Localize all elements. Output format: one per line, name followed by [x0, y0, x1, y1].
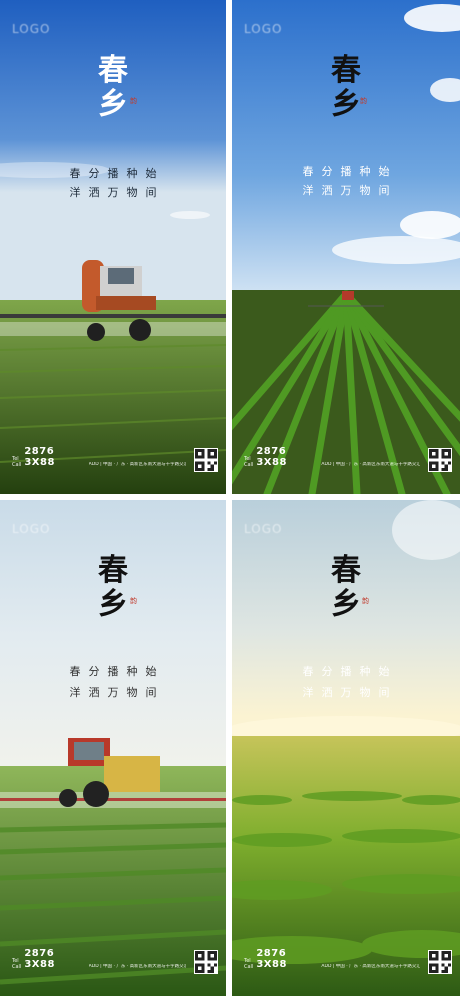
poem-line-1: 春分播种始: [69, 167, 165, 180]
address: ADD | 中国 · 广东 · 高新区东南大道与十字路交汇口: [88, 964, 186, 969]
tel-label: Tel Call: [12, 958, 22, 970]
contact-footer: Tel Call 2876 3X88 ADD | 中国 · 广东 · 高新区东南…: [12, 446, 186, 468]
title-char-2: 乡: [98, 87, 128, 122]
tel-label: Tel Call: [12, 456, 22, 468]
poem-line-2: 洋洒万物间: [302, 184, 398, 197]
title-block: 春 乡 韵: [232, 56, 460, 120]
title-char-2: 乡: [98, 587, 128, 622]
title-char-1: 春: [331, 53, 361, 88]
title-char-1: 春: [98, 53, 128, 88]
tel-number: 2876 3X88: [256, 948, 287, 970]
seal-char: 韵: [362, 597, 370, 605]
qr-code: [194, 448, 218, 472]
seal-char: 韵: [130, 97, 138, 105]
tel-number: 2876 3X88: [256, 446, 287, 468]
logo: LOGO: [244, 522, 283, 536]
poster-2: LOGO 春 乡 韵 春分播种始 洋洒万物间 Tel Call 2876 3X8…: [232, 0, 460, 494]
title-char-2: 乡: [331, 87, 361, 122]
title-block: 春 乡 韵: [232, 556, 460, 620]
poem-line-2: 洋洒万物间: [302, 686, 398, 699]
poem-line-1: 春分播种始: [302, 165, 398, 178]
poster-4: LOGO 春 乡 韵 春分播种始 洋洒万物间 Tel Call 2876 3X8…: [232, 500, 460, 996]
qr-code: [194, 950, 218, 974]
poster-1: LOGO 春 乡 韵 春分播种始 洋洒万物间 Tel Call 2876 3X8…: [0, 0, 226, 494]
contact-footer: Tel Call 2876 3X88 ADD | 中国 · 广东 · 高新区东南…: [12, 948, 186, 970]
poem-line-1: 春分播种始: [302, 665, 398, 678]
qr-code: [428, 448, 452, 472]
poster-3: LOGO 春 乡 韵 春分播种始 洋洒万物间 Tel Call 2876 3X8…: [0, 500, 226, 996]
title-char-1: 春: [98, 553, 128, 588]
seal-char: 韵: [130, 597, 138, 605]
contact-footer: Tel Call 2876 3X88 ADD | 中国 · 广东 · 高新区东南…: [244, 948, 420, 970]
title-char-1: 春: [331, 553, 361, 588]
contact-footer: Tel Call 2876 3X88 ADD | 中国 · 广东 · 高新区东南…: [244, 446, 420, 468]
logo: LOGO: [12, 22, 51, 36]
address: ADD | 中国 · 广东 · 高新区东南大道与十字路交汇口: [321, 964, 420, 969]
address: ADD | 中国 · 广东 · 高新区东南大道与十字路交汇口: [88, 462, 186, 467]
tel-number: 2876 3X88: [24, 948, 55, 970]
poem-line-2: 洋洒万物间: [69, 186, 165, 199]
logo: LOGO: [244, 22, 283, 36]
tel-label: Tel Call: [244, 958, 254, 970]
title-block: 春 乡 韵: [0, 556, 226, 620]
qr-code: [428, 950, 452, 974]
poem-line-1: 春分播种始: [69, 665, 165, 678]
title-char-2: 乡: [331, 587, 361, 622]
tel-label: Tel Call: [244, 456, 254, 468]
logo: LOGO: [12, 522, 51, 536]
seal-char: 韵: [360, 97, 368, 105]
poem-line-2: 洋洒万物间: [69, 686, 165, 699]
title-block: 春 乡 韵: [0, 56, 226, 120]
tel-number: 2876 3X88: [24, 446, 55, 468]
address: ADD | 中国 · 广东 · 高新区东南大道与十字路交汇口: [321, 462, 420, 467]
